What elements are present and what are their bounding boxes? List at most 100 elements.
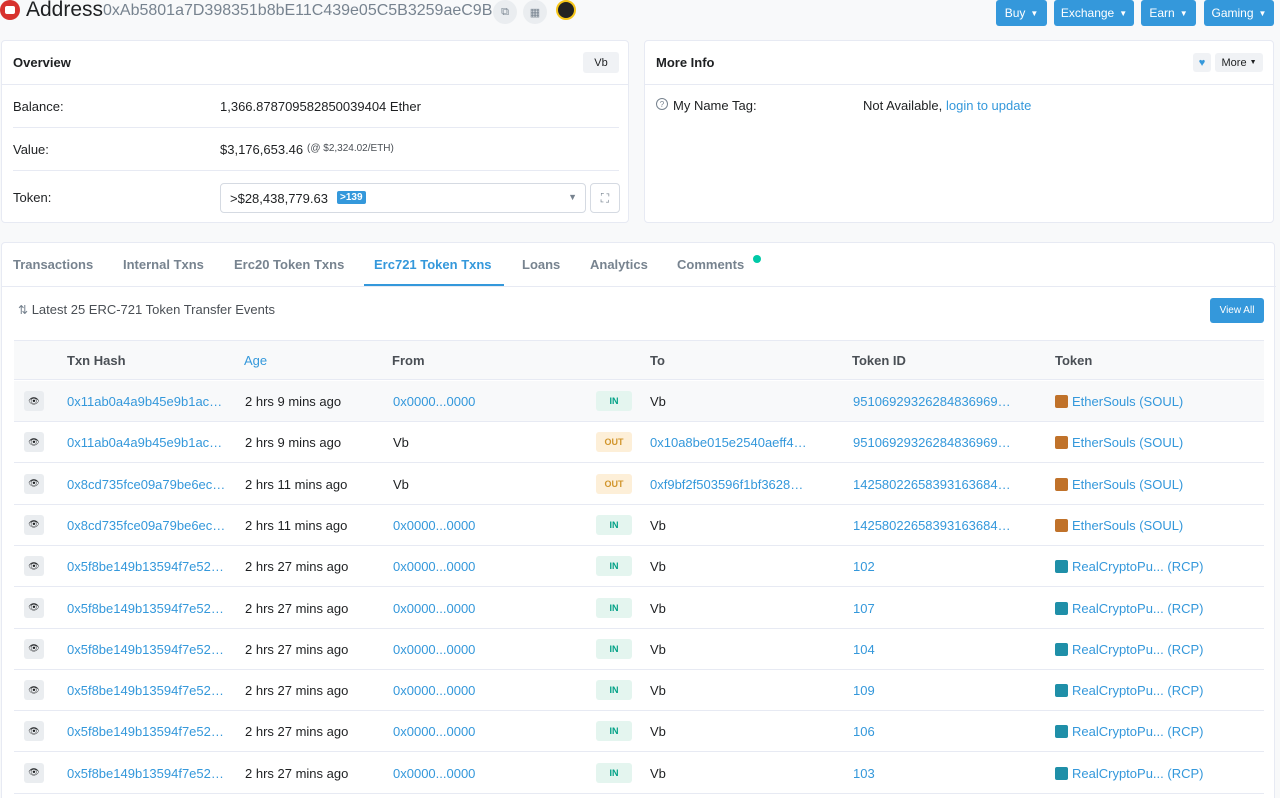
token-id-link[interactable]: 106 [853, 724, 1013, 739]
token-id-link[interactable]: 104 [853, 642, 1013, 657]
to-address: Vb [650, 600, 666, 616]
avatar[interactable] [556, 0, 576, 20]
token-name-link[interactable]: EtherSouls (SOUL) [1072, 518, 1252, 533]
txn-hash-link[interactable]: 0x5f8be149b13594f7e52… [67, 601, 227, 616]
eye-icon[interactable]: 👁 [24, 721, 44, 742]
txn-age: 2 hrs 11 mins ago [245, 517, 348, 533]
table-row: 👁 0x8cd735fce09a79be6ec… 2 hrs 11 mins ago… [14, 505, 1264, 546]
direction-badge: IN [596, 762, 632, 783]
tab-internal-txns[interactable]: Internal Txns [123, 257, 204, 272]
token-id-link[interactable]: 109 [853, 683, 1013, 698]
tab-erc721-token-txns[interactable]: Erc721 Token Txns [374, 257, 492, 272]
page-header: Address 0xAb5801a7D398351b8bE11C439e05C5… [0, 0, 1280, 26]
eye-icon[interactable]: 👁 [24, 638, 44, 659]
nav-gaming-button[interactable]: Gaming ▼ [1204, 0, 1274, 26]
from-address[interactable]: 0x0000...0000 [393, 683, 573, 698]
token-id-link[interactable]: 14258022658393163684… [853, 518, 1013, 533]
direction-badge: IN [596, 721, 632, 742]
active-tab-underline [364, 284, 504, 286]
to-address[interactable]: 0xf9bf2f503596f1bf3628… [650, 477, 810, 492]
heart-icon[interactable]: ♥ [1193, 53, 1211, 72]
txn-hash-link[interactable]: 0x5f8be149b13594f7e52… [67, 724, 227, 739]
eye-icon[interactable]: 👁 [24, 432, 44, 453]
tab-analytics[interactable]: Analytics [590, 257, 648, 272]
more-info-title: More Info [645, 41, 1273, 85]
token-id-link[interactable]: 107 [853, 601, 1013, 616]
to-address: Vb [650, 765, 666, 781]
token-id-link[interactable]: 14258022658393163684… [853, 477, 1013, 492]
table-row: 👁 0x11ab0a4a9b45e9b1ac… 2 hrs 9 mins ago Vb… [14, 422, 1264, 464]
eye-icon[interactable]: 👁 [24, 473, 44, 494]
view-all-button[interactable]: View All [1210, 298, 1264, 323]
eye-icon[interactable]: 👁 [24, 556, 44, 577]
login-to-update-link[interactable]: login to update [946, 98, 1031, 113]
token-id-link[interactable]: 103 [853, 766, 1013, 781]
nav-earn-button[interactable]: Earn ▼ [1141, 0, 1196, 26]
txn-hash-link[interactable]: 0x8cd735fce09a79be6ec… [67, 518, 227, 533]
expand-icon[interactable]: ⛶ [590, 183, 620, 213]
tab-transactions[interactable]: Transactions [13, 257, 93, 272]
col-token: Token [1055, 353, 1093, 368]
token-id-link[interactable]: 95106929326284836969… [853, 394, 1013, 409]
col-age[interactable]: Age [244, 353, 267, 368]
token-name-link[interactable]: RealCryptoPu... (RCP) [1072, 642, 1252, 657]
from-address[interactable]: 0x0000...0000 [393, 559, 573, 574]
eye-icon[interactable]: 👁 [24, 680, 44, 701]
txn-hash-link[interactable]: 0x8cd735fce09a79be6ec… [67, 477, 227, 492]
token-name-link[interactable]: RealCryptoPu... (RCP) [1072, 683, 1252, 698]
from-address[interactable]: 0x0000...0000 [393, 724, 573, 739]
txn-hash-link[interactable]: 0x11ab0a4a9b45e9b1ac… [67, 394, 227, 409]
direction-badge: IN [596, 597, 632, 618]
ethersouls-token-icon [1055, 436, 1068, 450]
more-dropdown-button[interactable]: More ▼ [1215, 53, 1263, 72]
token-id-link[interactable]: 102 [853, 559, 1013, 574]
txn-hash-link[interactable]: 0x5f8be149b13594f7e52… [67, 642, 227, 657]
events-summary-text: Latest 25 ERC-721 Token Transfer Events [31, 302, 275, 317]
tab-comments[interactable]: Comments [677, 257, 744, 272]
token-name-link[interactable]: EtherSouls (SOUL) [1072, 477, 1252, 492]
token-dropdown[interactable]: >$28,438,779.63 >139 ▼ [220, 183, 586, 213]
txn-hash-link[interactable]: 0x5f8be149b13594f7e52… [67, 766, 227, 781]
txn-hash-link[interactable]: 0x5f8be149b13594f7e52… [67, 683, 227, 698]
from-address[interactable]: 0x0000...0000 [393, 601, 573, 616]
balance-row: Balance: 1,366.878709582850039404 Ether [13, 85, 619, 128]
from-address[interactable]: 0x0000...0000 [393, 766, 573, 781]
txn-age: 2 hrs 9 mins ago [245, 394, 342, 409]
realcryptopunks-token-icon [1055, 766, 1068, 780]
to-address: Vb [650, 517, 666, 533]
from-address: Vb [393, 476, 409, 492]
token-name-link[interactable]: RealCryptoPu... (RCP) [1072, 601, 1252, 616]
token-name-link[interactable]: RealCryptoPu... (RCP) [1072, 724, 1252, 739]
token-name-link[interactable]: RealCryptoPu... (RCP) [1072, 559, 1252, 574]
from-address[interactable]: 0x0000...0000 [393, 518, 573, 533]
token-name-link[interactable]: RealCryptoPu... (RCP) [1072, 766, 1252, 781]
token-name-link[interactable]: EtherSouls (SOUL) [1072, 435, 1252, 450]
overview-badge[interactable]: Vb [583, 52, 619, 73]
token-id-link[interactable]: 95106929326284836969… [853, 435, 1013, 450]
tab-loans[interactable]: Loans [522, 257, 560, 272]
txn-hash-link[interactable]: 0x11ab0a4a9b45e9b1ac… [67, 435, 227, 450]
help-icon[interactable]: ? [656, 98, 668, 110]
eye-icon[interactable]: 👁 [24, 514, 44, 535]
nav-exchange-button[interactable]: Exchange ▼ [1054, 0, 1134, 26]
eye-icon[interactable]: 👁 [24, 762, 44, 783]
copy-icon[interactable]: ⧉ [493, 0, 517, 24]
value-amount: $3,176,653.46 [220, 142, 304, 157]
eye-icon[interactable]: 👁 [24, 391, 44, 411]
from-address[interactable]: 0x0000...0000 [393, 394, 573, 409]
txn-age: 2 hrs 27 mins ago [245, 641, 349, 657]
nav-buy-button[interactable]: Buy ▼ [996, 0, 1047, 26]
token-name-link[interactable]: EtherSouls (SOUL) [1072, 394, 1252, 409]
from-address[interactable]: 0x0000...0000 [393, 642, 573, 657]
to-address[interactable]: 0x10a8be015e2540aeff4… [650, 435, 810, 450]
more-info-card: More Info ♥ More ▼ ? My Name Tag: Not Ava… [644, 40, 1274, 223]
qr-code-icon[interactable]: ▦ [523, 0, 547, 24]
balance-label: Balance: [13, 99, 64, 114]
site-logo-icon[interactable] [0, 0, 20, 20]
tab-erc20-token-txns[interactable]: Erc20 Token Txns [234, 257, 344, 272]
txn-hash-link[interactable]: 0x5f8be149b13594f7e52… [67, 559, 227, 574]
direction-badge: IN [596, 391, 632, 411]
realcryptopunks-token-icon [1055, 560, 1068, 574]
eye-icon[interactable]: 👁 [24, 597, 44, 618]
realcryptopunks-token-icon [1055, 725, 1068, 739]
